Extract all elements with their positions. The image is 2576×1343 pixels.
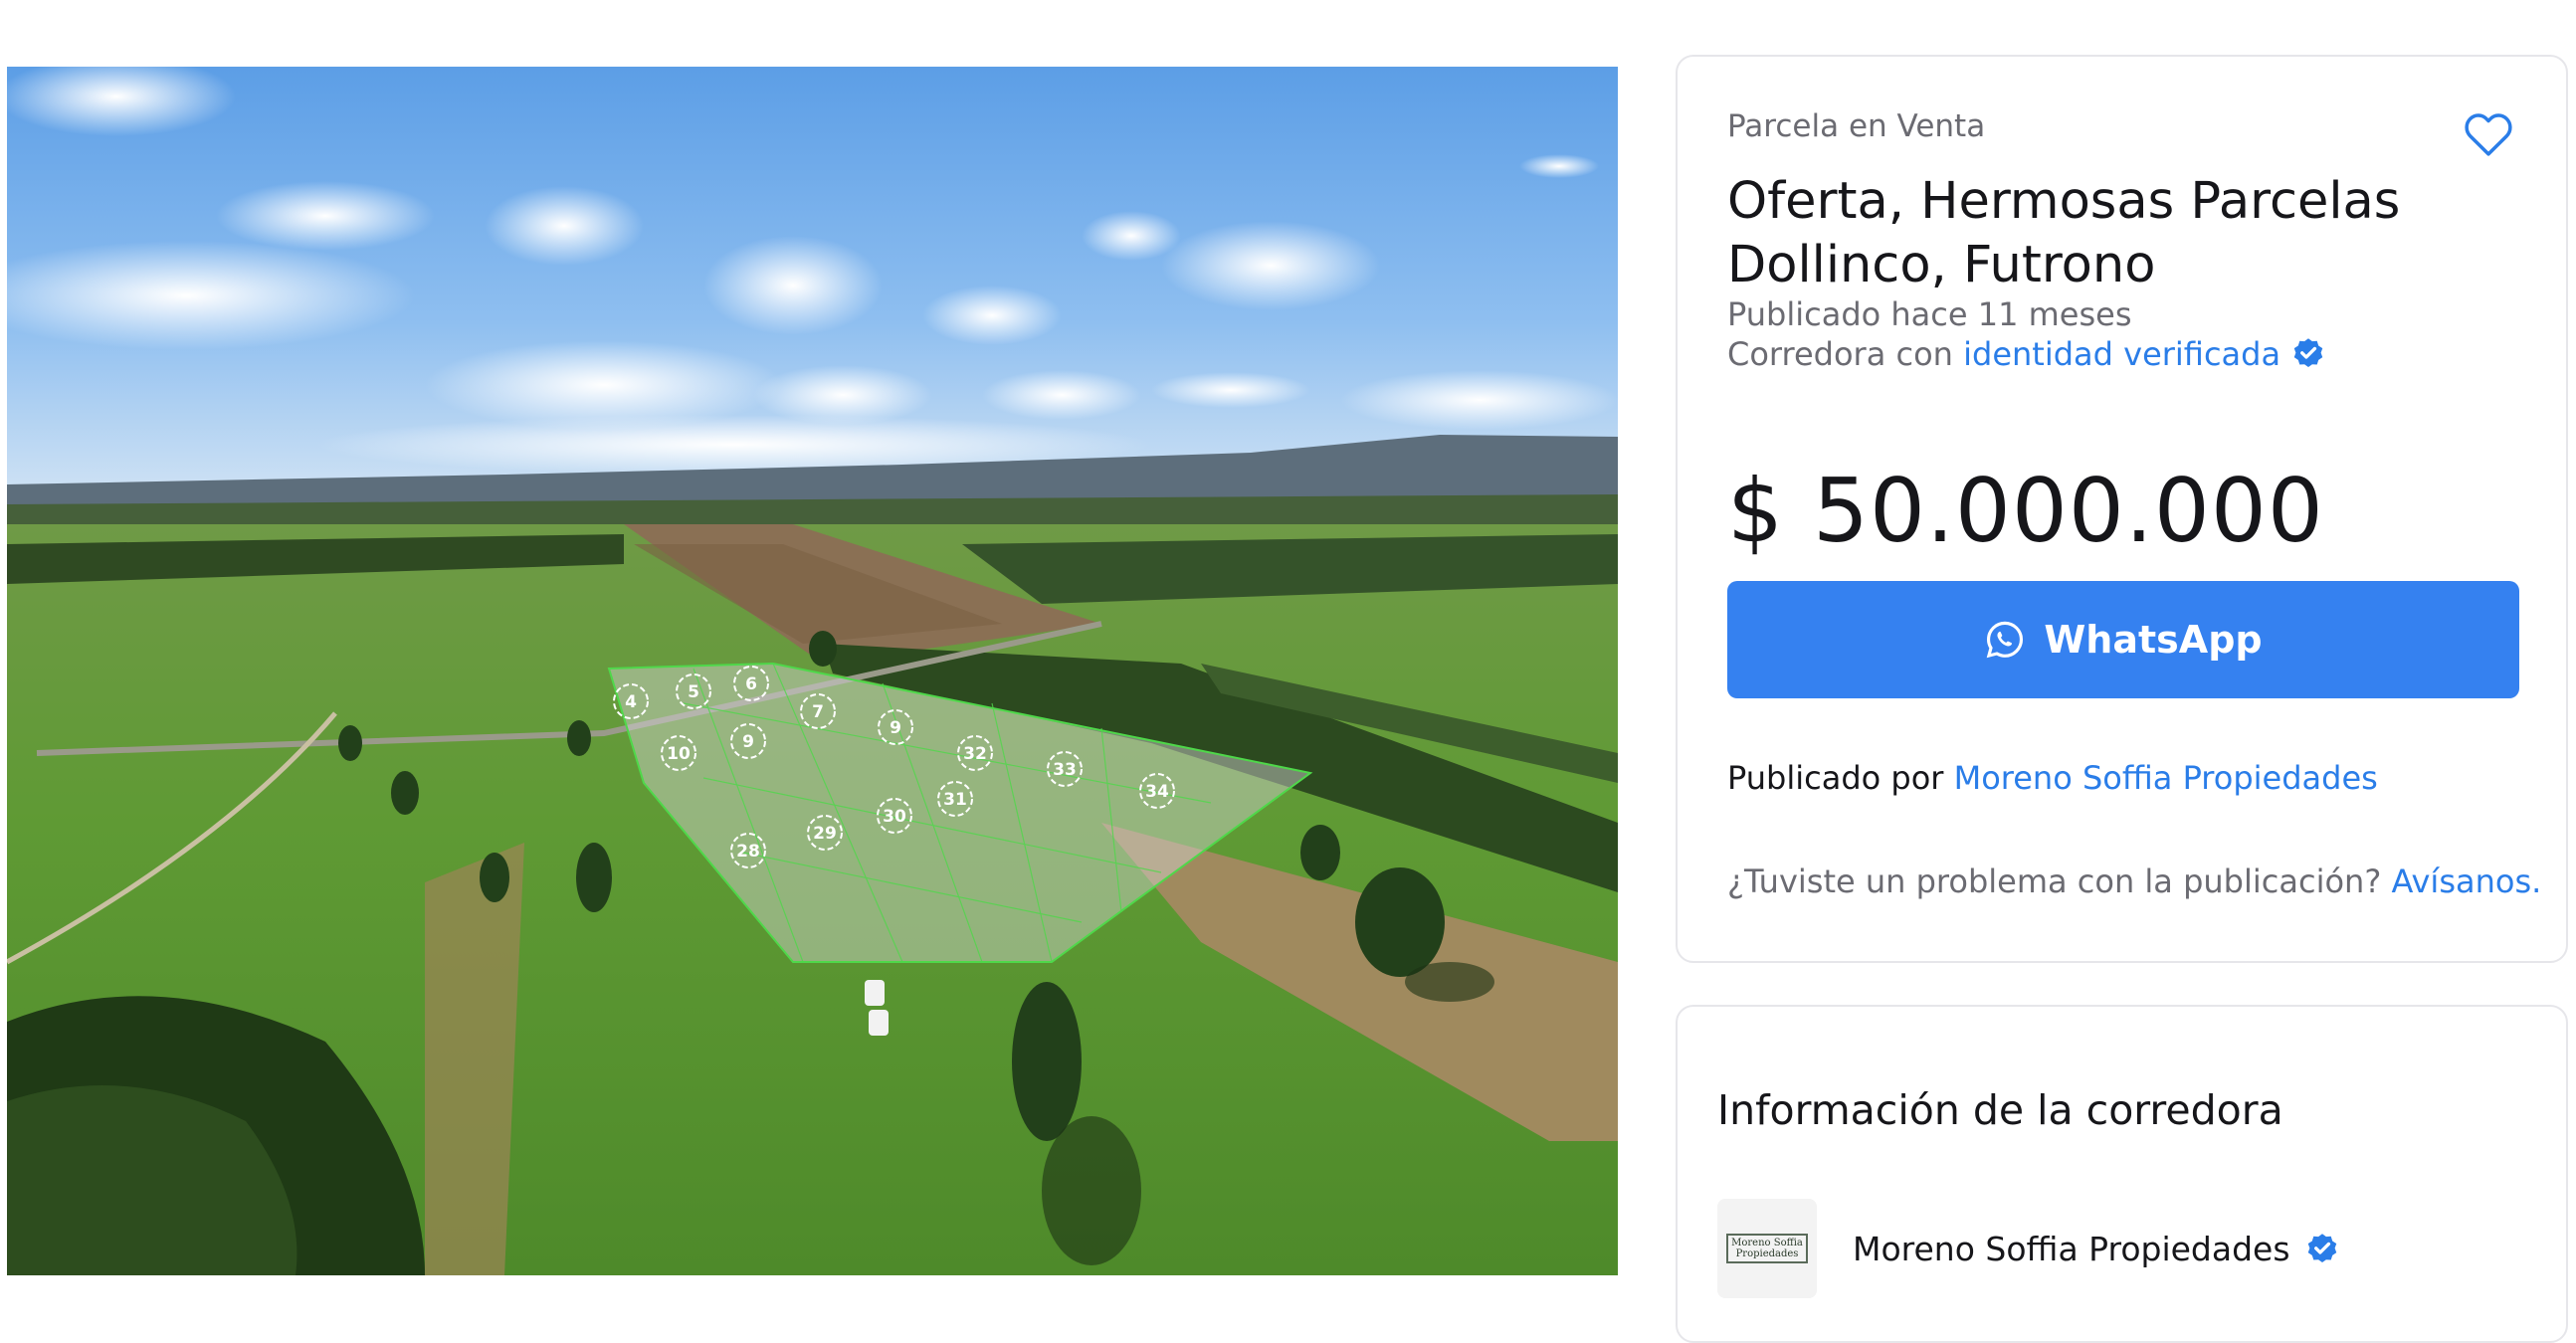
plot-label: 29 xyxy=(813,824,837,844)
broker-logo-box: Moreno Soffia Propiedades xyxy=(1726,1234,1808,1263)
whatsapp-label: WhatsApp xyxy=(2044,618,2263,662)
report-problem: ¿Tuviste un problema con la publicación?… xyxy=(1727,863,2542,900)
logo-line-2: Propiedades xyxy=(1735,1248,1799,1259)
plot-label: 30 xyxy=(883,807,906,827)
plot-label: 9 xyxy=(742,732,754,752)
plot-label: 28 xyxy=(736,842,760,862)
broker-info-card: Información de la corredora Moreno Soffi… xyxy=(1676,1005,2568,1343)
broker-verification: Corredora con identidad verificada xyxy=(1727,335,2326,373)
published-date: Publicado hace 11 meses xyxy=(1727,295,2132,333)
plot-label: 33 xyxy=(1053,760,1077,780)
broker-name-row[interactable]: Moreno Soffia Propiedades xyxy=(1853,1230,2340,1268)
publisher-link[interactable]: Moreno Soffia Propiedades xyxy=(1954,759,2378,797)
broker-name: Moreno Soffia Propiedades xyxy=(1853,1230,2290,1268)
plot-label: 5 xyxy=(688,682,699,702)
verification-prefix: Corredora con identidad verificada xyxy=(1727,335,2281,373)
report-link[interactable]: Avísanos. xyxy=(2391,863,2541,900)
plot-label: 34 xyxy=(1145,782,1169,802)
logo-line-1: Moreno Soffia xyxy=(1731,1238,1803,1248)
broker-info-heading: Información de la corredora xyxy=(1717,1086,2283,1134)
plot-label: 10 xyxy=(667,744,691,764)
plot-label: 4 xyxy=(625,692,637,712)
verified-badge-icon xyxy=(2307,1233,2336,1262)
listing-summary-card: Parcela en Venta Oferta, Hermosas Parcel… xyxy=(1676,55,2568,963)
heart-icon[interactable] xyxy=(2461,106,2516,162)
currency-symbol: $ xyxy=(1727,460,1784,562)
listing-photo[interactable]: 4 5 6 7 9 10 9 32 33 34 28 29 30 31 xyxy=(7,67,1618,1275)
verified-identity-link[interactable]: identidad verificada xyxy=(1963,335,2280,373)
plot-label: 32 xyxy=(963,744,987,764)
plot-label: 6 xyxy=(745,674,757,694)
plot-label: 31 xyxy=(943,790,967,810)
price-value: 50.000.000 xyxy=(1812,460,2324,562)
published-by: Publicado por Moreno Soffia Propiedades xyxy=(1727,759,2378,797)
broker-logo[interactable]: Moreno Soffia Propiedades xyxy=(1717,1199,1817,1298)
listing-price: $ 50.000.000 xyxy=(1727,460,2324,562)
whatsapp-icon xyxy=(1987,621,2024,659)
listing-title: Oferta, Hermosas Parcelas Dollinco, Futr… xyxy=(1727,172,2401,294)
plot-label: 9 xyxy=(890,718,901,738)
listing-category: Parcela en Venta xyxy=(1727,108,1986,144)
verified-badge-icon xyxy=(2293,338,2323,368)
plot-label: 7 xyxy=(812,702,824,722)
aerial-landscape-image: 4 5 6 7 9 10 9 32 33 34 28 29 30 31 xyxy=(7,67,1618,1275)
whatsapp-button[interactable]: WhatsApp xyxy=(1727,581,2519,698)
